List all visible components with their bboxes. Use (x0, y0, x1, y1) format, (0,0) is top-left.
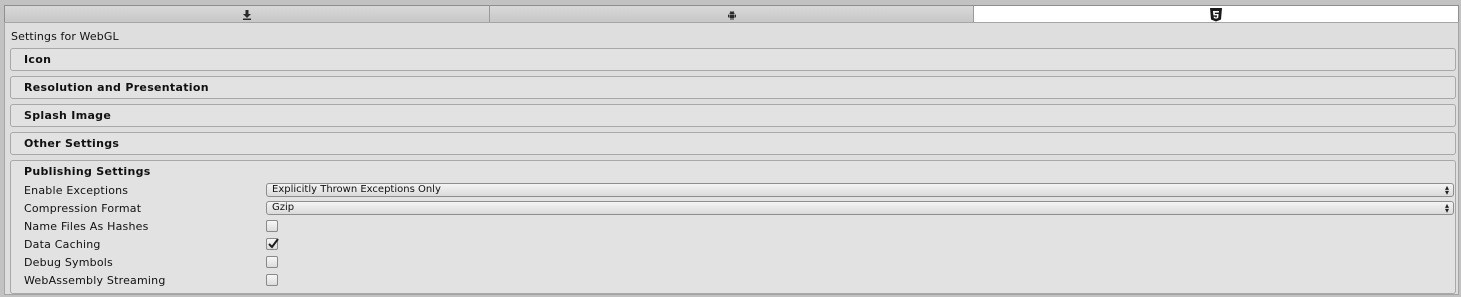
name-files-as-hashes-row: Name Files As Hashes (24, 219, 1454, 235)
section-other-settings[interactable]: Other Settings (10, 132, 1456, 155)
tab-android[interactable] (489, 6, 975, 23)
dropdown-value: Gzip (272, 202, 295, 213)
section-splash-image[interactable]: Splash Image (10, 104, 1456, 127)
section-icon[interactable]: Icon (10, 48, 1456, 71)
enable-exceptions-row: Enable Exceptions Explicitly Thrown Exce… (24, 183, 1454, 199)
checkmark-icon (268, 238, 279, 249)
compression-format-row: Compression Format Gzip ▴ ▾ (24, 201, 1454, 217)
debug-symbols-label: Debug Symbols (24, 256, 113, 269)
settings-title: Settings for WebGL (11, 30, 119, 43)
enable-exceptions-dropdown[interactable]: Explicitly Thrown Exceptions Only ▴ ▾ (266, 183, 1454, 197)
tab-standalone[interactable] (5, 6, 490, 23)
download-icon (242, 9, 252, 20)
player-settings-inspector: Settings for WebGL Icon Resolution and P… (0, 0, 1461, 297)
dropdown-value: Explicitly Thrown Exceptions Only (272, 184, 441, 195)
debug-symbols-checkbox[interactable] (266, 256, 278, 268)
settings-panel: Settings for WebGL Icon Resolution and P… (4, 22, 1459, 295)
webassembly-streaming-row: WebAssembly Streaming (24, 273, 1454, 289)
name-files-as-hashes-checkbox[interactable] (266, 220, 278, 232)
name-files-as-hashes-label: Name Files As Hashes (24, 220, 149, 233)
section-publishing-settings: Publishing Settings Enable Exceptions Ex… (10, 160, 1456, 294)
section-resolution-and-presentation[interactable]: Resolution and Presentation (10, 76, 1456, 99)
webassembly-streaming-label: WebAssembly Streaming (24, 274, 166, 287)
compression-format-dropdown[interactable]: Gzip ▴ ▾ (266, 201, 1454, 215)
data-caching-checkbox[interactable] (266, 238, 279, 250)
webassembly-streaming-checkbox[interactable] (266, 274, 278, 286)
data-caching-row: Data Caching (24, 237, 1454, 253)
section-header-publishing[interactable]: Publishing Settings (24, 165, 151, 178)
updown-arrows-icon: ▴ ▾ (1444, 183, 1449, 197)
section-label: Icon (24, 53, 52, 66)
section-label: Splash Image (24, 109, 112, 122)
compression-format-label: Compression Format (24, 202, 142, 215)
android-icon (727, 10, 737, 20)
section-label: Resolution and Presentation (24, 81, 209, 94)
platform-tabs (4, 5, 1459, 24)
updown-arrows-icon: ▴ ▾ (1444, 201, 1449, 215)
data-caching-label: Data Caching (24, 238, 101, 251)
debug-symbols-row: Debug Symbols (24, 255, 1454, 271)
html5-icon (1210, 8, 1223, 22)
section-label: Other Settings (24, 137, 120, 150)
enable-exceptions-label: Enable Exceptions (24, 184, 129, 197)
